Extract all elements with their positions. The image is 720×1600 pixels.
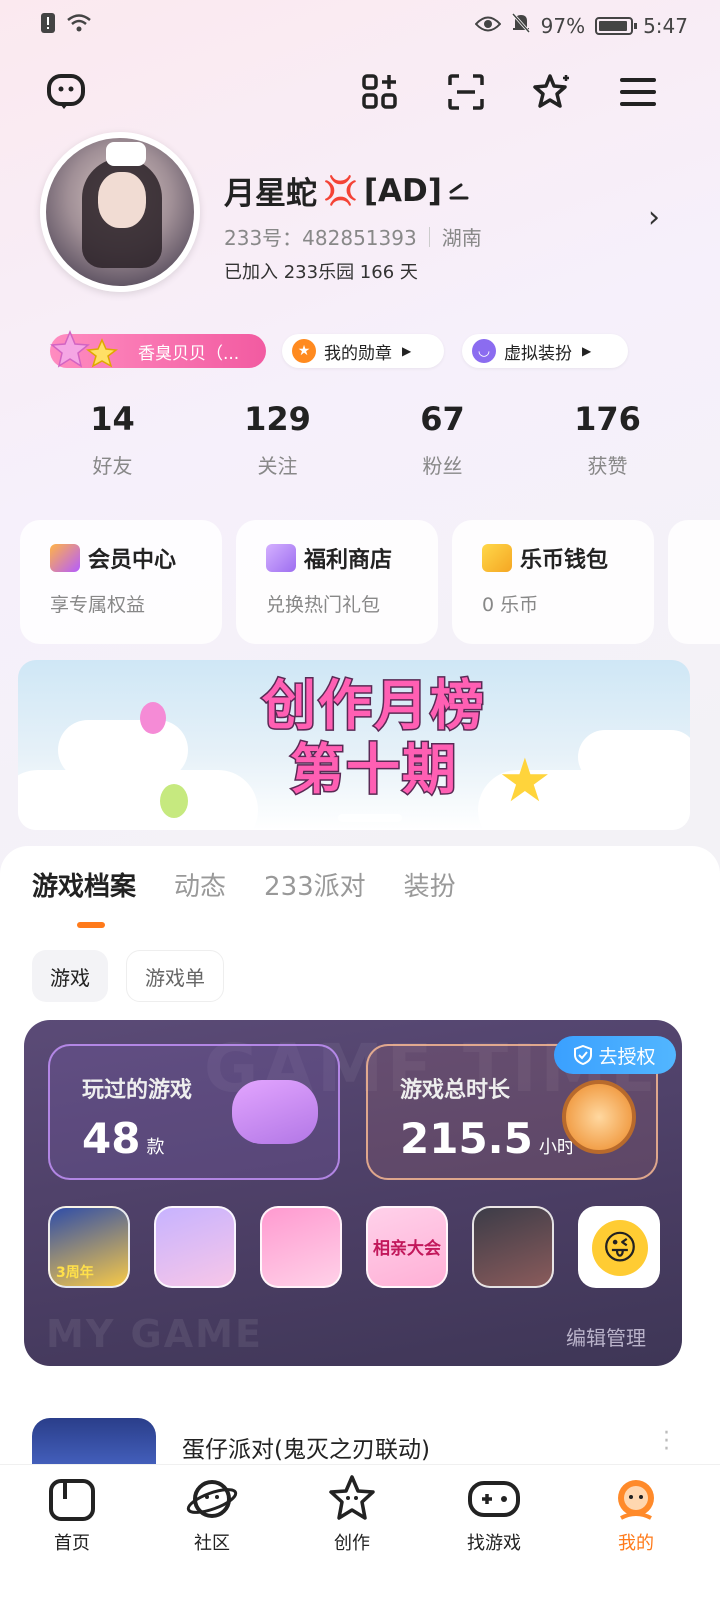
tab-moments[interactable]: 动态 xyxy=(174,866,226,926)
stat-likes[interactable]: 176 获赞 xyxy=(525,400,690,484)
gift-icon xyxy=(266,544,296,572)
game-icon-egg-party[interactable]: 3周年 xyxy=(48,1206,130,1288)
triangle-right-icon: ▶ xyxy=(402,344,412,358)
service-cards: 会员中心 享专属权益 福利商店 兑换热门礼包 乐币钱包 0 乐币 xyxy=(20,520,720,644)
star-sparkle-icon[interactable] xyxy=(530,70,574,114)
medal-icon: ★ xyxy=(292,339,316,363)
stopwatch-icon xyxy=(562,1080,636,1154)
edit-manage-button[interactable]: 编辑管理 xyxy=(566,1322,646,1351)
alert-icon xyxy=(40,12,56,39)
game-icon-horror[interactable] xyxy=(472,1206,554,1288)
me-mascot-icon xyxy=(608,1473,664,1525)
sub-tabs: 游戏 游戏单 xyxy=(32,950,224,1002)
game-icon-princess[interactable] xyxy=(154,1206,236,1288)
more-card[interactable] xyxy=(668,520,720,644)
wink-emoji-icon: 😜 xyxy=(592,1220,648,1276)
user-id: 233号：482851393 xyxy=(224,226,417,250)
crown-icon xyxy=(50,544,80,572)
status-bar: 97% 5:47 xyxy=(0,0,720,48)
vip-center-card[interactable]: 会员中心 享专属权益 xyxy=(20,520,222,644)
user-region: 湖南 xyxy=(441,226,482,250)
user-meta: 233号：482851393 湖南 xyxy=(224,222,482,251)
wallet-icon xyxy=(482,544,512,572)
avatar[interactable] xyxy=(40,132,200,292)
angry-emoji-icon: 💢 xyxy=(323,174,358,207)
stat-following[interactable]: 129 关注 xyxy=(195,400,360,484)
authorize-button[interactable]: 去授权 xyxy=(554,1036,676,1074)
badge-row: 香臭贝贝（... ★ 我的勋章 ▶ ◡ 虚拟装扮 ▶ xyxy=(50,330,690,370)
gamepad-icon xyxy=(232,1080,318,1144)
title-badge[interactable]: 香臭贝贝（... xyxy=(50,330,266,368)
nav-create[interactable]: 创作 xyxy=(302,1473,402,1555)
clock: 5:47 xyxy=(643,13,688,38)
stat-fans[interactable]: 67 粉丝 xyxy=(360,400,525,484)
avatar-dressup-button[interactable]: ◡ 虚拟装扮 ▶ xyxy=(462,334,628,368)
chip-game-lists[interactable]: 游戏单 xyxy=(126,950,224,1002)
stat-friends[interactable]: 14 好友 xyxy=(30,400,195,484)
gamepad-icon xyxy=(466,1473,522,1525)
star-mascot-icon: ★ xyxy=(498,746,552,816)
nav-community[interactable]: 社区 xyxy=(162,1473,262,1555)
cat-mask-icon: ◡ xyxy=(472,339,496,363)
tab-233-party[interactable]: 233派对 xyxy=(264,866,366,926)
nav-home[interactable]: 首页 xyxy=(22,1473,122,1555)
menu-icon[interactable] xyxy=(616,70,660,114)
chevron-right-icon[interactable]: › xyxy=(648,200,660,235)
promo-banner[interactable]: 创作月榜 第十期 ★ xyxy=(18,660,690,830)
joined-days: 已加入 233乐园 166 天 xyxy=(224,262,418,283)
apps-add-icon[interactable] xyxy=(358,70,402,114)
eye-icon xyxy=(474,14,501,38)
star-badge-icon xyxy=(50,330,118,368)
star-face-icon xyxy=(324,1473,380,1525)
planet-icon xyxy=(184,1473,240,1525)
message-icon[interactable] xyxy=(44,70,88,114)
tab-game-archive[interactable]: 游戏档案 xyxy=(32,866,136,928)
game-icon-emoji[interactable]: 😜 xyxy=(578,1206,660,1288)
battery-percent: 97% xyxy=(540,13,586,38)
chip-games[interactable]: 游戏 xyxy=(32,950,108,1002)
profile-tabs: 游戏档案 动态 233派对 装扮 xyxy=(32,866,456,928)
bottom-nav: 首页 社区 创作 找游戏 我的 xyxy=(0,1464,720,1600)
scan-icon[interactable] xyxy=(444,70,488,114)
banner-title: 创作月榜 第十期 xyxy=(261,673,486,803)
mute-bell-icon xyxy=(511,12,531,39)
home-icon xyxy=(44,1473,100,1525)
shield-check-icon xyxy=(574,1045,593,1065)
my-medals-button[interactable]: ★ 我的勋章 ▶ xyxy=(282,334,444,368)
coin-wallet-card[interactable]: 乐币钱包 0 乐币 xyxy=(452,520,654,644)
balloon-icon xyxy=(140,702,166,734)
game-icon-dating[interactable]: 相亲大会 xyxy=(366,1206,448,1288)
game-archive-card: GAME TIME 玩过的游戏 48 款 游戏总时长 215.5 小时 去授权 3周… xyxy=(24,1020,682,1366)
username[interactable]: 月星蛇 💢 [AD] xyxy=(224,168,470,213)
top-bar xyxy=(0,70,720,120)
anniversary-tag: 3周年 xyxy=(56,1265,94,1281)
carousel-indicator xyxy=(338,814,402,822)
stats-row: 14 好友 129 关注 67 粉丝 176 获赞 xyxy=(30,400,690,484)
wifi-icon xyxy=(66,13,92,38)
balloon-icon xyxy=(160,784,188,818)
list-item-title[interactable]: 蛋仔派对(鬼灭之刃联动) xyxy=(182,1430,430,1464)
game-icon-talking-angela[interactable] xyxy=(260,1206,342,1288)
more-vertical-icon[interactable]: · · · xyxy=(663,1423,670,1461)
nav-find-games[interactable]: 找游戏 xyxy=(444,1473,544,1555)
edit-pen-icon[interactable] xyxy=(448,173,470,209)
welfare-shop-card[interactable]: 福利商店 兑换热门礼包 xyxy=(236,520,438,644)
played-games-list: 3周年 相亲大会 😜 xyxy=(48,1206,660,1288)
battery-icon xyxy=(595,16,638,35)
tab-dressup[interactable]: 装扮 xyxy=(404,866,456,926)
nav-me[interactable]: 我的 xyxy=(586,1473,686,1555)
watermark-text: MY GAME xyxy=(46,1312,263,1356)
triangle-right-icon: ▶ xyxy=(582,344,592,358)
